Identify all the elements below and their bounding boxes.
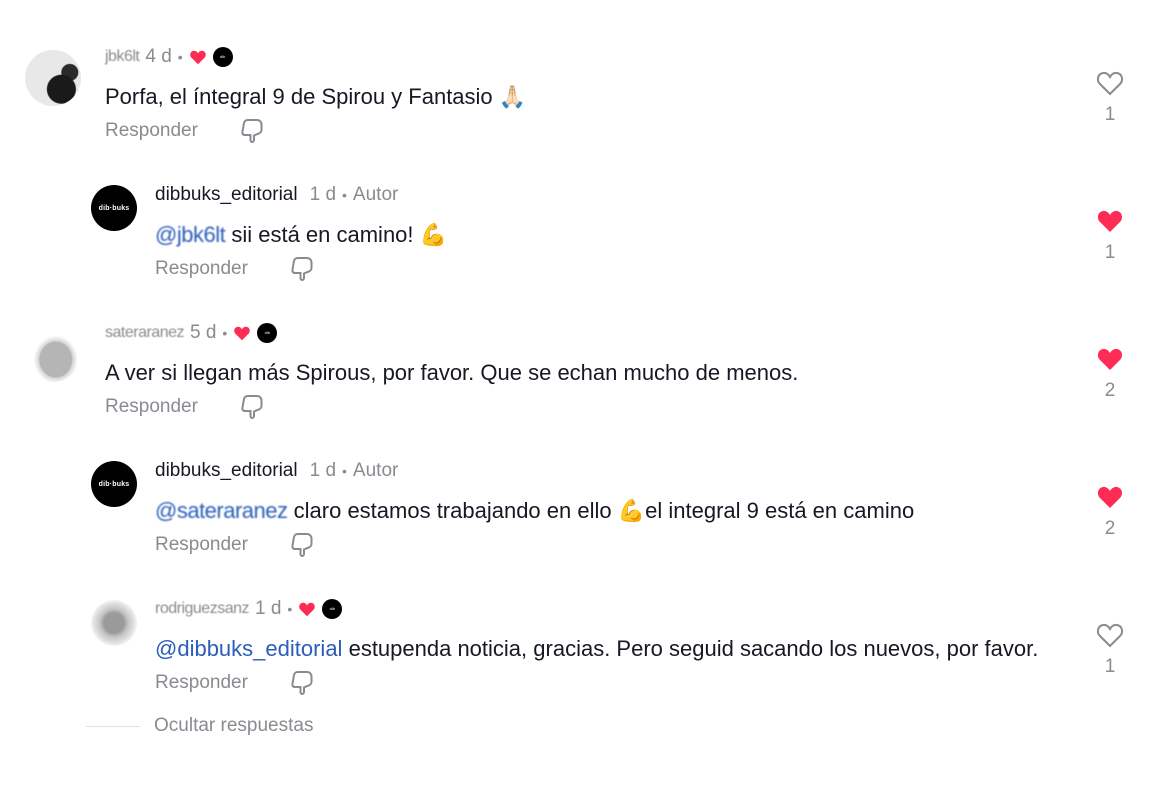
reply-button[interactable]: Responder (155, 672, 248, 694)
comment-text: @jbk6lt sii está en camino! 💪 (155, 222, 448, 247)
username[interactable]: sateraranez (105, 324, 185, 342)
comment-actions: Responder (105, 394, 264, 420)
like-count: 1 (1104, 104, 1116, 125)
comment-text: A ver si llegan más Spirous, por favor. … (105, 360, 799, 385)
hide-replies-row: Ocultar respuestas (86, 715, 313, 737)
mention-link[interactable]: @jbk6lt (155, 222, 226, 247)
reply-button[interactable]: Responder (155, 534, 248, 556)
comment-meta: sateraranez 5 d • dib (105, 322, 278, 344)
comment-text: @sateraranez claro estamos trabajando en… (155, 498, 915, 523)
mention-link[interactable]: @sateraranez (155, 498, 288, 523)
username[interactable]: dibbuks_editorial (155, 184, 298, 206)
creator-avatar-badge-icon: dib (257, 323, 278, 343)
muscle-emoji: 💪 (419, 222, 448, 247)
liked-heart-icon[interactable] (1096, 484, 1124, 510)
pray-emoji: 🙏🏻 (498, 84, 527, 109)
timestamp: 1 d (309, 460, 337, 481)
creator-liked-heart-icon (299, 602, 316, 617)
reply-button[interactable]: Responder (105, 120, 198, 142)
creator-avatar-badge-icon: dib (212, 47, 233, 67)
like-control: 1 (1094, 208, 1126, 264)
comments-panel: jbk6lt 4 d • dib Porfa, el íntegral 9 de… (0, 0, 1155, 800)
like-count: 2 (1104, 518, 1116, 539)
dislike-icon[interactable] (240, 394, 264, 420)
liked-heart-icon[interactable] (1096, 346, 1124, 372)
comment-meta: dibbuks_editorial 1 d • Autor (155, 460, 398, 482)
timestamp: 4 d (145, 46, 172, 67)
reply-button[interactable]: Responder (105, 396, 198, 418)
timestamp: 1 d (255, 598, 282, 619)
timestamp: 1 d (309, 184, 337, 205)
hide-replies-button[interactable]: Ocultar respuestas (154, 715, 313, 737)
comment-text: Porfa, el íntegral 9 de Spirou y Fantasi… (105, 84, 527, 109)
like-count: 1 (1104, 242, 1116, 263)
timestamp: 5 d (190, 322, 217, 343)
separator-dot: • (222, 325, 228, 341)
comment-text: @dibbuks_editorial estupenda noticia, gr… (155, 636, 1039, 661)
avatar[interactable] (91, 600, 137, 646)
creator-liked-heart-icon (189, 50, 206, 65)
like-count: 1 (1104, 656, 1116, 677)
avatar[interactable] (25, 50, 81, 106)
comment-meta: dibbuks_editorial 1 d • Autor (155, 184, 398, 206)
comment-meta: rodriguezsanz 1 d • dib (155, 598, 343, 620)
avatar[interactable] (25, 326, 81, 382)
separator-dot: • (177, 49, 183, 65)
like-control: 2 (1094, 484, 1126, 540)
creator-liked-heart-icon (234, 326, 251, 341)
dislike-icon[interactable] (240, 118, 264, 144)
mention-link[interactable]: @dibbuks_editorial (155, 636, 342, 661)
separator-dot: • (342, 187, 347, 203)
comment-meta: jbk6lt 4 d • dib (105, 46, 233, 68)
comment-actions: Responder (155, 256, 314, 282)
like-control: 1 (1094, 70, 1126, 126)
comment-actions: Responder (155, 532, 314, 558)
like-control: 1 (1094, 622, 1126, 678)
comment-actions: Responder (105, 118, 264, 144)
separator-dot: • (287, 601, 293, 617)
username[interactable]: rodriguezsanz (155, 600, 250, 618)
avatar[interactable]: dib·buks (91, 185, 137, 231)
like-heart-icon[interactable] (1096, 622, 1124, 648)
divider (86, 725, 140, 727)
author-label: Autor (352, 460, 399, 481)
creator-avatar-badge-icon: dib (322, 599, 343, 619)
avatar[interactable]: dib·buks (91, 461, 137, 507)
dislike-icon[interactable] (290, 256, 314, 282)
separator-dot: • (342, 463, 347, 479)
liked-heart-icon[interactable] (1096, 208, 1124, 234)
comment-actions: Responder (155, 670, 314, 696)
dislike-icon[interactable] (290, 532, 314, 558)
like-heart-icon[interactable] (1096, 70, 1124, 96)
username[interactable]: dibbuks_editorial (155, 460, 298, 482)
like-control: 2 (1094, 346, 1126, 402)
muscle-emoji: 💪 (617, 498, 646, 523)
username[interactable]: jbk6lt (105, 48, 140, 66)
like-count: 2 (1104, 380, 1116, 401)
reply-button[interactable]: Responder (155, 258, 248, 280)
author-label: Autor (352, 184, 399, 205)
dislike-icon[interactable] (290, 670, 314, 696)
